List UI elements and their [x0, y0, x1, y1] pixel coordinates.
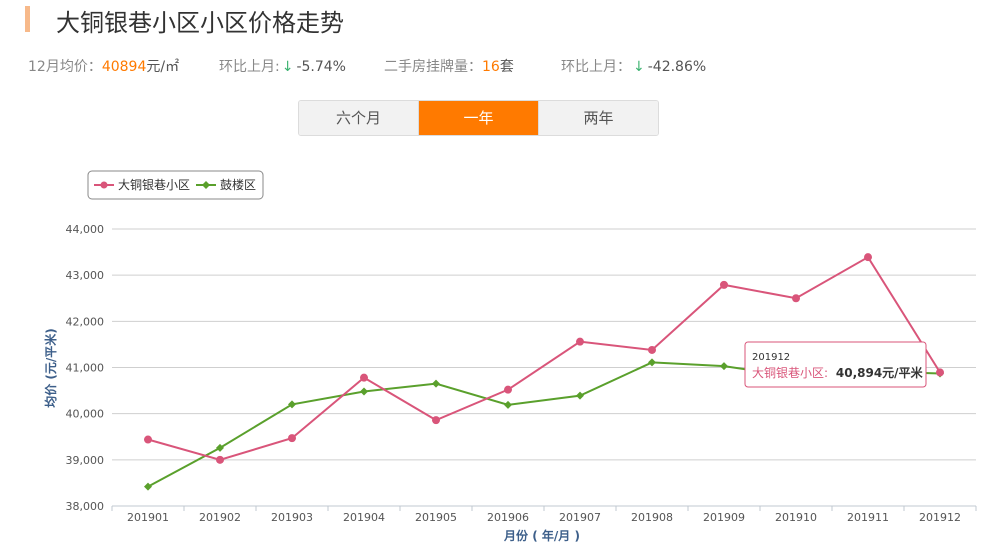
- series-2-point: [432, 379, 440, 388]
- series-1-point: [648, 345, 656, 354]
- series-1-point: [936, 368, 944, 377]
- tooltip-title: 201912: [752, 352, 790, 363]
- price-trend-chart: 38,000 39,000 40,000 41,000 42,000 43,000 44,0…: [43, 170, 977, 543]
- y-tick-label: 42,000: [66, 315, 105, 328]
- series-1-point: [576, 337, 584, 346]
- legend-series1-marker: [100, 181, 108, 189]
- x-axis-title: 月份 ( 年/月 ): [503, 528, 580, 543]
- x-tick-label: 201912: [919, 511, 961, 524]
- series-2-point: [576, 391, 584, 400]
- legend-series2-label[interactable]: 鼓楼区: [220, 177, 256, 192]
- x-tick-label: 201904: [343, 511, 385, 524]
- x-tick-label: 201903: [271, 511, 313, 524]
- y-axis-title: 均价 (元/平米): [43, 328, 58, 408]
- x-axis: 201901 201902 201903 201904 201905 201906 2019…: [111, 505, 977, 524]
- tooltip-line: 大铜银巷小区: 40,894元/平米: [752, 365, 924, 380]
- series-1-point: [792, 294, 800, 303]
- series-2-point: [648, 358, 656, 367]
- series-2-point: [144, 482, 152, 491]
- series-2-point: [720, 362, 728, 371]
- y-axis-ticks: 38,000 39,000 40,000 41,000 42,000 43,000 44,0…: [66, 223, 105, 513]
- x-tick-label: 201908: [631, 511, 673, 524]
- y-tick-label: 38,000: [66, 500, 105, 513]
- x-tick-label: 201911: [847, 511, 889, 524]
- x-tick-label: 201910: [775, 511, 817, 524]
- y-tick-label: 40,000: [66, 408, 105, 421]
- x-tick-label: 201907: [559, 511, 601, 524]
- x-tick-label: 201909: [703, 511, 745, 524]
- series-1-point: [720, 280, 728, 289]
- y-tick-label: 39,000: [66, 454, 105, 467]
- tooltip-series-label: 大铜银巷小区:: [752, 365, 828, 380]
- tooltip-box: [744, 341, 927, 388]
- y-tick-label: 41,000: [66, 362, 105, 375]
- x-tick-label: 201901: [127, 511, 169, 524]
- y-tick-label: 44,000: [66, 223, 105, 236]
- x-tick-label: 201906: [487, 511, 529, 524]
- y-tick-label: 43,000: [66, 269, 105, 282]
- legend[interactable]: 大铜银巷小区 鼓楼区: [87, 170, 264, 200]
- series-2-point: [360, 387, 368, 396]
- x-tick-label: 201902: [199, 511, 241, 524]
- series-1-point: [504, 385, 512, 394]
- series-1-point: [144, 435, 152, 444]
- tooltip: 201912 大铜银巷小区: 40,894元/平米: [744, 341, 927, 388]
- tooltip-value: 40,894元/平米: [836, 365, 924, 380]
- legend-series1-label[interactable]: 大铜银巷小区: [118, 177, 190, 192]
- series-1-point: [288, 434, 296, 443]
- x-tick-label: 201905: [415, 511, 457, 524]
- series-1-point: [216, 455, 224, 464]
- series-1-point: [864, 253, 872, 262]
- series-1-point: [360, 373, 368, 382]
- series-2-point: [504, 400, 512, 409]
- series-1-point: [432, 416, 440, 425]
